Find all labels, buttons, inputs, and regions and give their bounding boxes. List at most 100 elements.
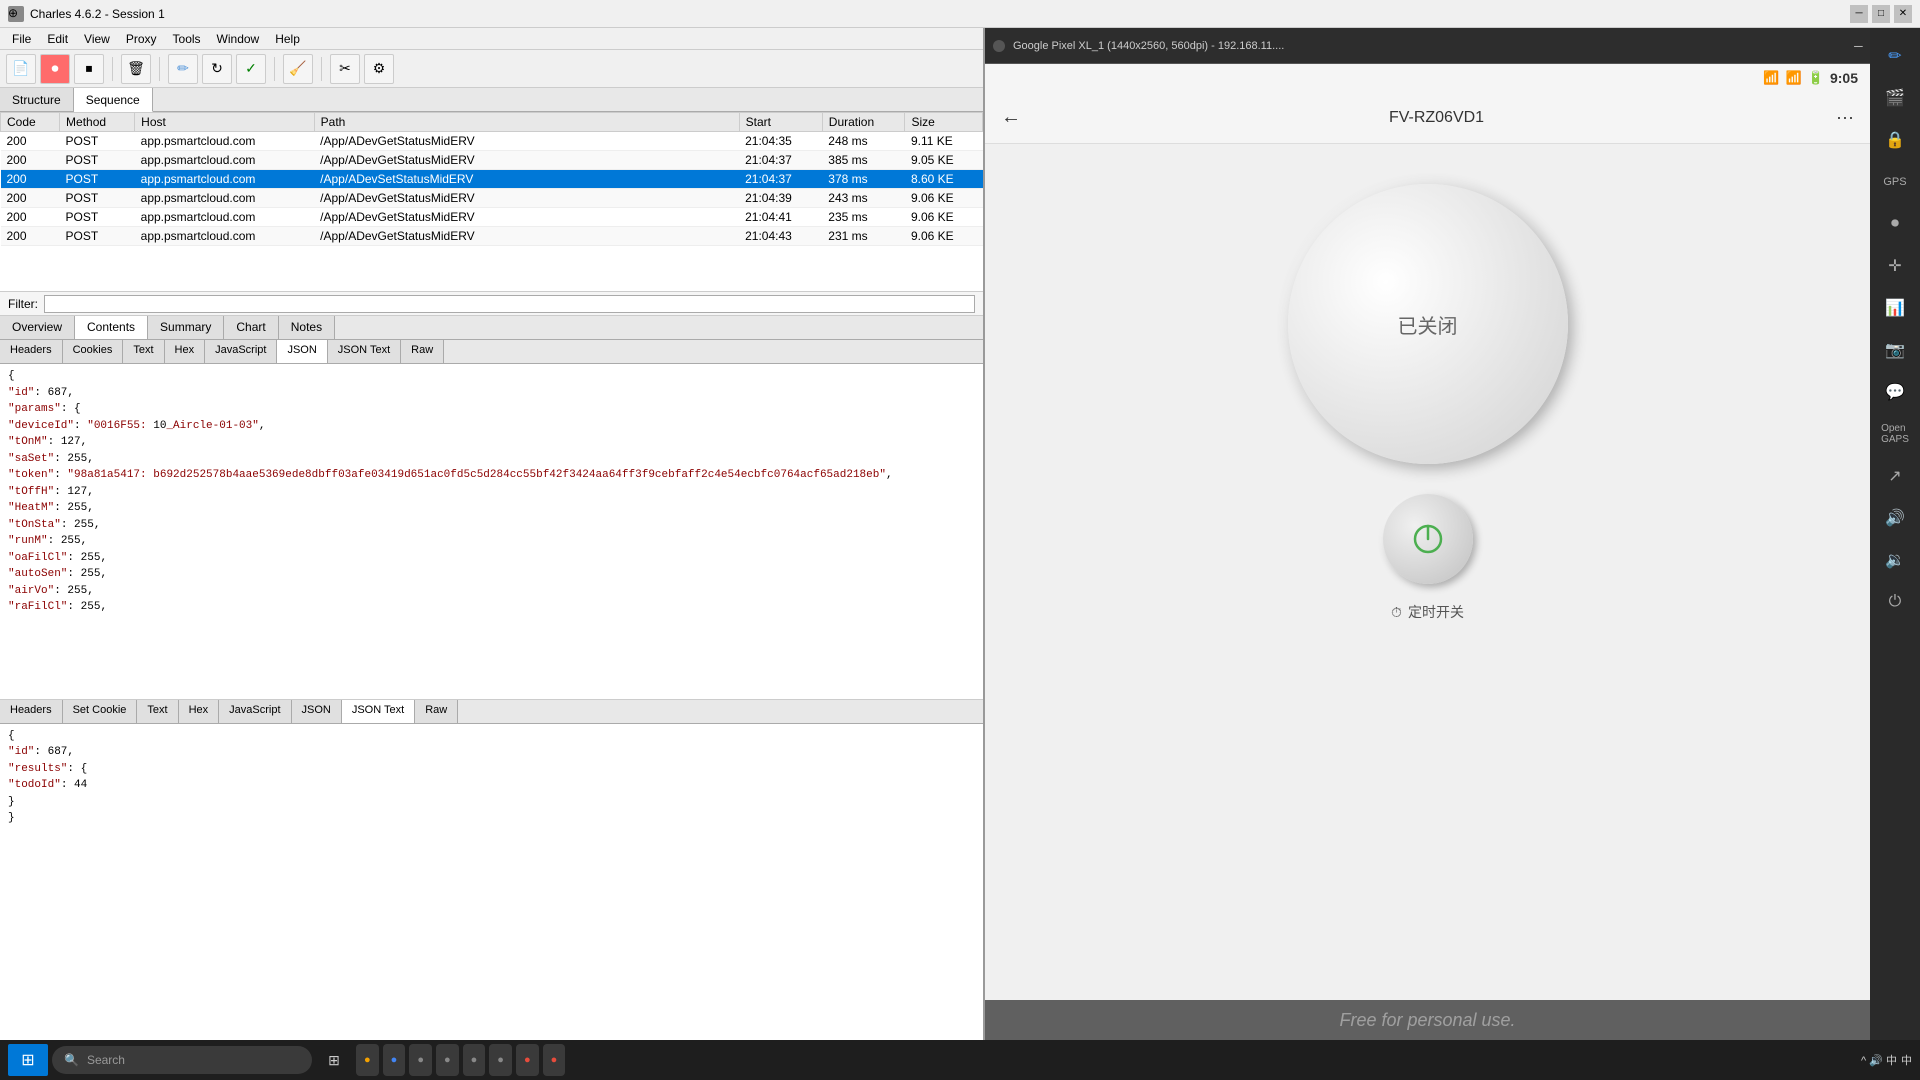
cell-host: app.psmartcloud.com: [135, 170, 315, 189]
chrome-minimize[interactable]: ─: [1854, 39, 1863, 53]
table-row[interactable]: 200POSTapp.psmartcloud.com/App/ADevGetSt…: [1, 151, 983, 170]
cell-method: POST: [60, 189, 135, 208]
taskbar-app-7[interactable]: ●: [516, 1044, 539, 1076]
sidebar-volume-down-icon[interactable]: 🔉: [1875, 540, 1915, 580]
compose-button[interactable]: ✏: [168, 54, 198, 84]
clear-button[interactable]: 🗑: [121, 54, 151, 84]
table-row[interactable]: 200POSTapp.psmartcloud.com/App/ADevSetSt…: [1, 170, 983, 189]
sidebar-record-icon[interactable]: ⏺: [1875, 204, 1915, 244]
table-header-row: Code Method Host Path Start Duration Siz…: [1, 113, 983, 132]
new-session-button[interactable]: 📄: [6, 54, 36, 84]
request-body-panel: { "id": 687, "params": { "deviceId": "00…: [0, 364, 983, 700]
taskbar-app-8[interactable]: ●: [543, 1044, 566, 1076]
sidebar-display-icon[interactable]: 📊: [1875, 288, 1915, 328]
cell-method: POST: [60, 132, 135, 151]
req-tab-javascript[interactable]: JavaScript: [205, 340, 277, 363]
resp-tab-setcookie[interactable]: Set Cookie: [63, 700, 138, 723]
menu-view[interactable]: View: [76, 30, 118, 48]
clear-session-button[interactable]: 🧹: [283, 54, 313, 84]
table-row[interactable]: 200POSTapp.psmartcloud.com/App/ADevGetSt…: [1, 132, 983, 151]
menu-file[interactable]: File: [4, 30, 39, 48]
sidebar-share-icon[interactable]: ↗: [1875, 456, 1915, 496]
table-row[interactable]: 200POSTapp.psmartcloud.com/App/ADevGetSt…: [1, 189, 983, 208]
resp-tab-text[interactable]: Text: [137, 700, 178, 723]
more-button[interactable]: ···: [1836, 107, 1854, 128]
taskbar-app-1[interactable]: ●: [356, 1044, 379, 1076]
resp-tab-json[interactable]: JSON: [292, 700, 342, 723]
sidebar-pen-icon[interactable]: ✏: [1875, 36, 1915, 76]
device-title: FV-RZ06VD1: [1037, 109, 1836, 127]
taskbar-app-2[interactable]: ●: [383, 1044, 406, 1076]
sidebar-chat-icon[interactable]: 💬: [1875, 372, 1915, 412]
main-circle-control[interactable]: 已关闭: [1288, 184, 1568, 464]
sidebar-move-icon[interactable]: ✛: [1875, 246, 1915, 286]
sub-tab-contents[interactable]: Contents: [75, 316, 148, 339]
resp-tab-headers[interactable]: Headers: [0, 700, 63, 723]
taskbar-app-6[interactable]: ●: [489, 1044, 512, 1076]
validate-button[interactable]: ✓: [236, 54, 266, 84]
req-tab-hex[interactable]: Hex: [165, 340, 206, 363]
watermark: Free for personal use.: [985, 1000, 1870, 1040]
menu-tools[interactable]: Tools: [165, 30, 209, 48]
code-line: {: [8, 368, 975, 385]
timer-label[interactable]: ⏱ 定时开关: [1391, 602, 1464, 622]
req-tab-headers[interactable]: Headers: [0, 340, 63, 363]
req-tab-jsontext[interactable]: JSON Text: [328, 340, 401, 363]
sidebar-gps-icon[interactable]: GPS: [1875, 162, 1915, 202]
sub-tab-notes[interactable]: Notes: [279, 316, 335, 339]
record-button[interactable]: ⏺: [40, 54, 70, 84]
req-tab-text[interactable]: Text: [123, 340, 164, 363]
maximize-button[interactable]: □: [1872, 5, 1890, 23]
stop-button[interactable]: ⏹: [74, 54, 104, 84]
taskbar-app-4[interactable]: ●: [436, 1044, 459, 1076]
req-tab-cookies[interactable]: Cookies: [63, 340, 124, 363]
sidebar-power-icon[interactable]: ⏻: [1875, 582, 1915, 622]
tools-button[interactable]: ✂: [330, 54, 360, 84]
sub-tab-summary[interactable]: Summary: [148, 316, 224, 339]
resp-tab-raw[interactable]: Raw: [415, 700, 458, 723]
sidebar-film-icon[interactable]: 🎬: [1875, 78, 1915, 118]
request-table[interactable]: Code Method Host Path Start Duration Siz…: [0, 112, 983, 292]
sidebar-camera-icon[interactable]: 📷: [1875, 330, 1915, 370]
cell-path: /App/ADevGetStatusMidERV: [314, 132, 739, 151]
sidebar-lock-icon[interactable]: 🔒: [1875, 120, 1915, 160]
toolbar-separator-1: [112, 57, 113, 81]
table-row[interactable]: 200POSTapp.psmartcloud.com/App/ADevGetSt…: [1, 208, 983, 227]
req-tab-json[interactable]: JSON: [277, 340, 327, 363]
back-button[interactable]: ←: [1001, 106, 1021, 129]
resp-tab-jsontext[interactable]: JSON Text: [342, 700, 415, 723]
filter-input[interactable]: [44, 295, 975, 313]
resp-tab-hex[interactable]: Hex: [179, 700, 220, 723]
taskview-button[interactable]: ⊞: [316, 1042, 352, 1078]
menu-help[interactable]: Help: [267, 30, 308, 48]
code-line: {: [8, 728, 975, 745]
power-button[interactable]: [1383, 494, 1473, 584]
col-duration: Duration: [822, 113, 905, 132]
table-row[interactable]: 200POSTapp.psmartcloud.com/App/ADevGetSt…: [1, 227, 983, 246]
sub-tab-chart[interactable]: Chart: [224, 316, 278, 339]
sidebar-volume-up-icon[interactable]: 🔊: [1875, 498, 1915, 538]
resp-tab-javascript[interactable]: JavaScript: [219, 700, 291, 723]
menu-window[interactable]: Window: [209, 30, 268, 48]
tab-sequence[interactable]: Sequence: [74, 88, 153, 112]
minimize-button[interactable]: ─: [1850, 5, 1868, 23]
tab-structure[interactable]: Structure: [0, 88, 74, 111]
cell-size: 8.60 KE: [905, 170, 983, 189]
close-button[interactable]: ✕: [1894, 5, 1912, 23]
cell-duration: 378 ms: [822, 170, 905, 189]
cell-duration: 243 ms: [822, 189, 905, 208]
wifi-icon: 📶: [1763, 70, 1779, 86]
sub-tab-overview[interactable]: Overview: [0, 316, 75, 339]
sidebar-opengapps-icon[interactable]: OpenGAPS: [1875, 414, 1915, 454]
settings-button[interactable]: ⚙: [364, 54, 394, 84]
taskbar-search[interactable]: 🔍 Search: [52, 1046, 312, 1074]
code-line: "results": {: [8, 761, 975, 778]
app1-icon: ●: [364, 1054, 371, 1066]
repeat-button[interactable]: ↻: [202, 54, 232, 84]
req-tab-raw[interactable]: Raw: [401, 340, 444, 363]
taskbar-app-3[interactable]: ●: [409, 1044, 432, 1076]
menu-proxy[interactable]: Proxy: [118, 30, 165, 48]
start-button[interactable]: ⊞: [8, 1044, 48, 1076]
taskbar-app-5[interactable]: ●: [463, 1044, 486, 1076]
menu-edit[interactable]: Edit: [39, 30, 76, 48]
